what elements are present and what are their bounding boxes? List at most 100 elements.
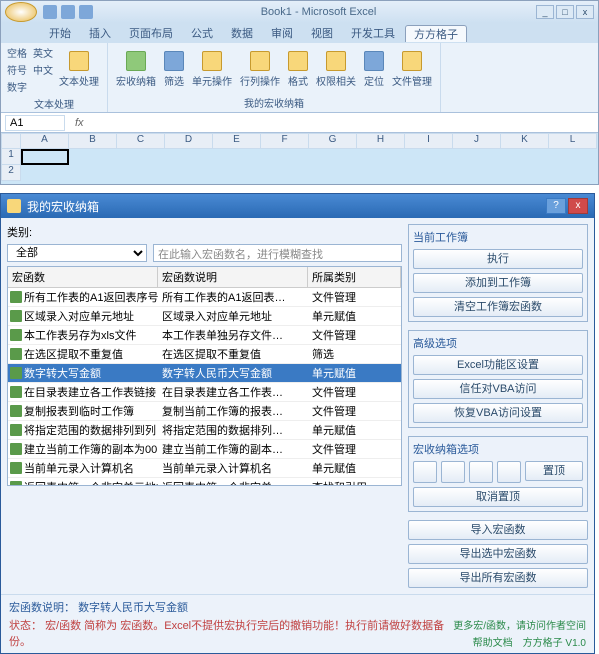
table-row[interactable]: 在选区提取不重复值在选区提取不重复值筛选 (8, 345, 401, 364)
icon-btn-1[interactable] (413, 461, 437, 483)
minimize-button[interactable]: _ (536, 5, 554, 19)
col-header[interactable]: C (117, 133, 165, 149)
table-row[interactable]: 返回表中第一个非空单元地址返回表中第一个非空单…查找和引用 (8, 478, 401, 486)
qat-save-icon[interactable] (43, 5, 57, 19)
qat-undo-icon[interactable] (61, 5, 75, 19)
btn-cell-op[interactable]: 单元操作 (190, 49, 234, 90)
spreadsheet-grid[interactable]: ABCDEFGHIJKL 12 (1, 133, 598, 183)
cells[interactable] (21, 149, 69, 165)
format-icon (288, 51, 308, 71)
lbl-filter: 筛选 (164, 73, 184, 88)
macro-icon (10, 310, 22, 322)
column-headers[interactable]: ABCDEFGHIJKL (21, 133, 597, 149)
btn-rowcol-op[interactable]: 行列操作 (238, 49, 282, 90)
dialog-help-button[interactable]: ? (546, 198, 566, 214)
col-header[interactable]: J (453, 133, 501, 149)
qat-redo-icon[interactable] (79, 5, 93, 19)
table-row[interactable]: 复制报表到临时工作簿复制当前工作簿的报表…文件管理 (8, 402, 401, 421)
tab-review[interactable]: 审阅 (263, 23, 301, 43)
btn-permission[interactable]: 权限相关 (314, 49, 358, 90)
table-row[interactable]: 当前单元录入计算机名当前单元录入计算机名单元赋值 (8, 459, 401, 478)
btn-export-all[interactable]: 导出所有宏函数 (408, 568, 588, 588)
btn-clear-wb-macros[interactable]: 清空工作簿宏函数 (413, 297, 583, 317)
maximize-button[interactable]: □ (556, 5, 574, 19)
row-header[interactable]: 2 (1, 165, 21, 181)
btn-add-to-wb[interactable]: 添加到工作簿 (413, 273, 583, 293)
footer-link-more[interactable]: 更多宏/函数，请访问作者空间 (453, 617, 586, 632)
col-header[interactable]: I (405, 133, 453, 149)
table-row[interactable]: 区域录入对应单元地址区域录入对应单元地址单元赋值 (8, 307, 401, 326)
macro-box-icon (126, 51, 146, 71)
col-header[interactable]: F (261, 133, 309, 149)
select-all-corner[interactable] (1, 133, 21, 149)
tab-ffgz[interactable]: 方方格子 (405, 25, 467, 42)
macro-icon (10, 386, 22, 398)
fx-icon[interactable]: fx (69, 117, 90, 129)
chk-english[interactable]: 英文 (33, 45, 53, 60)
row-headers[interactable]: 12 (1, 149, 21, 181)
dialog-close-button[interactable]: x (568, 198, 588, 214)
col-header[interactable]: D (165, 133, 213, 149)
btn-text-process[interactable]: 文本处理 (57, 49, 101, 90)
chk-chinese[interactable]: 中文 (33, 62, 53, 77)
btn-filter[interactable]: 筛选 (162, 49, 186, 90)
tab-insert[interactable]: 插入 (81, 23, 119, 43)
footer-link-help[interactable]: 帮助文档 方方格子 V1.0 (453, 634, 586, 649)
col-macro-cat[interactable]: 所属类别 (308, 267, 401, 287)
locate-icon (364, 51, 384, 71)
name-box[interactable]: A1 (5, 115, 65, 131)
btn-macro-box[interactable]: 宏收纳箱 (114, 49, 158, 90)
tab-data[interactable]: 数据 (223, 23, 261, 43)
btn-export-selected[interactable]: 导出选中宏函数 (408, 544, 588, 564)
btn-pin-top[interactable]: 置顶 (525, 461, 583, 481)
btn-restore-vba[interactable]: 恢复VBA访问设置 (413, 403, 583, 423)
tab-layout[interactable]: 页面布局 (121, 23, 181, 43)
table-row[interactable]: 在目录表建立各工作表链接在目录表建立各工作表…文件管理 (8, 383, 401, 402)
table-row[interactable]: 将指定范围的数据排列到列将指定范围的数据排列…单元赋值 (8, 421, 401, 440)
btn-locate[interactable]: 定位 (362, 49, 386, 90)
table-row[interactable]: 所有工作表的A1返回表序号所有工作表的A1返回表…文件管理 (8, 288, 401, 307)
category-select[interactable]: 全部 (7, 244, 147, 262)
formula-bar: A1 fx (1, 113, 598, 133)
table-row[interactable]: 建立当前工作簿的副本为001表建立当前工作簿的副本…文件管理 (8, 440, 401, 459)
btn-unpin-top[interactable]: 取消置顶 (413, 487, 583, 507)
macro-name: 在目录表建立各工作表链接 (24, 384, 156, 400)
macro-icon (10, 367, 22, 379)
tab-developer[interactable]: 开发工具 (343, 23, 403, 43)
chk-symbol[interactable]: 符号 (7, 62, 27, 77)
col-header[interactable]: H (357, 133, 405, 149)
search-input[interactable]: 在此输入宏函数名，进行模糊查找 (153, 244, 402, 262)
btn-ribbon-settings[interactable]: Excel功能区设置 (413, 355, 583, 375)
dialog-title-bar[interactable]: 我的宏收纳箱 ? x (1, 194, 594, 218)
col-header[interactable]: B (69, 133, 117, 149)
chk-space[interactable]: 空格 (7, 45, 27, 60)
icon-btn-3[interactable] (469, 461, 493, 483)
close-button[interactable]: x (576, 5, 594, 19)
btn-file-mgr[interactable]: 文件管理 (390, 49, 434, 90)
btn-format[interactable]: 格式 (286, 49, 310, 90)
table-row[interactable]: 数字转大写金额数字转人民币大写金额单元赋值 (8, 364, 401, 383)
icon-btn-4[interactable] (497, 461, 521, 483)
cell-a1[interactable] (21, 149, 69, 165)
col-macro-name[interactable]: 宏函数 (8, 267, 158, 287)
icon-btn-2[interactable] (441, 461, 465, 483)
btn-trust-vba[interactable]: 信任对VBA访问 (413, 379, 583, 399)
table-header[interactable]: 宏函数 宏函数说明 所属类别 (8, 267, 401, 288)
office-button[interactable] (5, 2, 37, 22)
tab-view[interactable]: 视图 (303, 23, 341, 43)
col-header[interactable]: G (309, 133, 357, 149)
btn-import-macro[interactable]: 导入宏函数 (408, 520, 588, 540)
tab-formulas[interactable]: 公式 (183, 23, 221, 43)
col-macro-desc[interactable]: 宏函数说明 (158, 267, 308, 287)
col-header[interactable]: E (213, 133, 261, 149)
chk-number[interactable]: 数字 (7, 79, 27, 94)
macro-dialog: 我的宏收纳箱 ? x 类别: 全部 在此输入宏函数名，进行模糊查找 宏函数 宏函… (0, 193, 595, 654)
table-row[interactable]: 本工作表另存为xls文件本工作表单独另存文件…文件管理 (8, 326, 401, 345)
row-header[interactable]: 1 (1, 149, 21, 165)
tab-home[interactable]: 开始 (41, 23, 79, 43)
col-header[interactable]: L (549, 133, 597, 149)
col-header[interactable]: K (501, 133, 549, 149)
btn-execute[interactable]: 执行 (413, 249, 583, 269)
macro-desc: 当前单元录入计算机名 (158, 459, 308, 477)
col-header[interactable]: A (21, 133, 69, 149)
